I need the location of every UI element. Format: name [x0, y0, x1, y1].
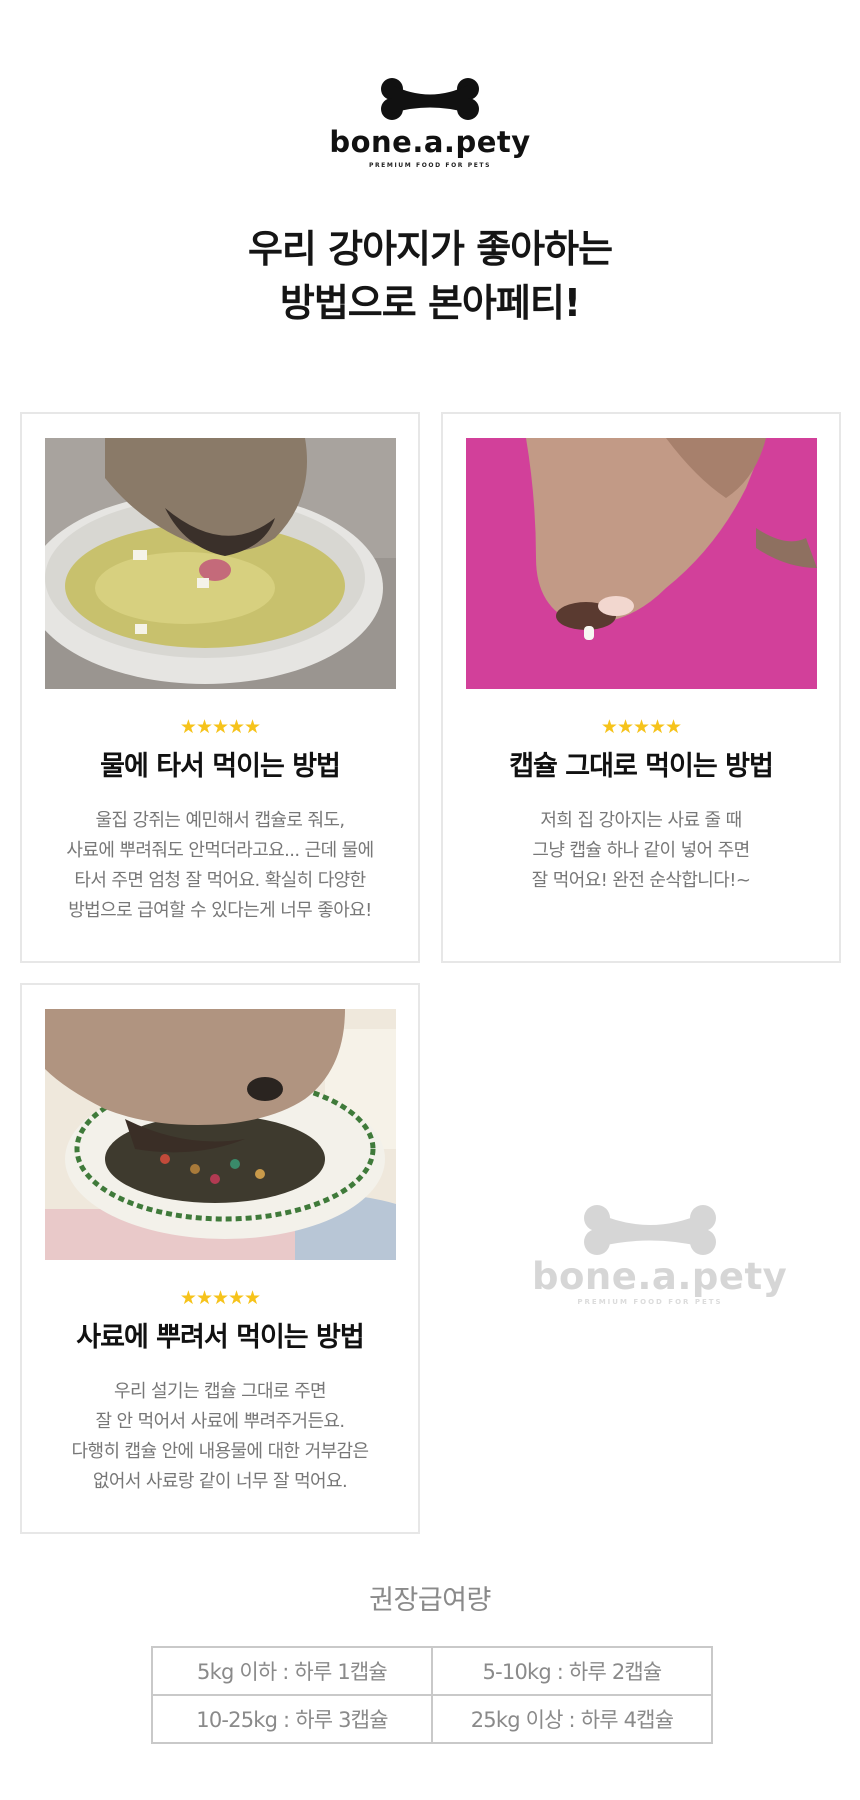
- brand-tagline: PREMIUM FOOD FOR PETS: [368, 162, 492, 169]
- brand-logo: bone.a.pety PREMIUM FOOD FOR PETS: [0, 78, 860, 169]
- bone-icon: [381, 78, 479, 120]
- dog-eating-capsule-photo: [466, 438, 817, 689]
- card-description: 우리 설기는 캡슐 그대로 주면 잘 안 먹어서 사료에 뿌려주거든요. 다행히…: [71, 1381, 370, 1492]
- brand-watermark: bone.a.pety PREMIUM FOOD FOR PETS: [532, 1205, 788, 1306]
- rating-stars: ★★★★★: [179, 1287, 261, 1309]
- dosage-cell: 5kg 이하 : 하루 1캡슐: [151, 1646, 433, 1696]
- bone-icon: [584, 1205, 716, 1255]
- dosage-title: 권장급여량: [369, 1585, 491, 1616]
- table-row: 5kg 이하 : 하루 1캡슐 5-10kg : 하루 2캡슐: [151, 1646, 713, 1696]
- card-title: 캡슐 그대로 먹이는 방법: [509, 751, 774, 782]
- table-row: 10-25kg : 하루 3캡슐 25kg 이상 : 하루 4캡슐: [151, 1694, 713, 1744]
- watermark-brand-name: bone.a.pety: [532, 1255, 788, 1298]
- dosage-cell: 10-25kg : 하루 3캡슐: [151, 1694, 433, 1744]
- card-description: 울집 강쥐는 예민해서 캡슐로 줘도, 사료에 뿌려줘도 안먹더라고요... 근…: [66, 810, 374, 921]
- headline-line-1: 우리 강아지가 좋아하는: [247, 227, 613, 271]
- card-title: 물에 타서 먹이는 방법: [100, 751, 341, 782]
- dosage-cell: 25kg 이상 : 하루 4캡슐: [431, 1694, 713, 1744]
- dosage-table: 5kg 이하 : 하루 1캡슐 5-10kg : 하루 2캡슐 10-25kg …: [151, 1646, 713, 1744]
- dog-eating-kibble-photo: [45, 1009, 396, 1260]
- dosage-cell: 5-10kg : 하루 2캡슐: [431, 1646, 713, 1696]
- rating-stars: ★★★★★: [600, 716, 682, 738]
- review-card-capsule: ★★★★★ 캡슐 그대로 먹이는 방법 저희 집 강아지는 사료 줄 때 그냥 …: [441, 412, 841, 963]
- page-headline: 우리 강아지가 좋아하는 방법으로 본아페티!: [0, 222, 860, 330]
- review-card-sprinkle: ★★★★★ 사료에 뿌려서 먹이는 방법 우리 설기는 캡슐 그대로 주면 잘 …: [20, 983, 420, 1534]
- headline-line-2: 방법으로 본아페티!: [279, 281, 581, 325]
- rating-stars: ★★★★★: [179, 716, 261, 738]
- card-description: 저희 집 강아지는 사료 줄 때 그냥 캡슐 하나 같이 넣어 주면 잘 먹어요…: [531, 810, 751, 891]
- card-title: 사료에 뿌려서 먹이는 방법: [76, 1322, 364, 1353]
- review-card-water: ★★★★★ 물에 타서 먹이는 방법 울집 강쥐는 예민해서 캡슐로 줘도, 사…: [20, 412, 420, 963]
- watermark-tagline: PREMIUM FOOD FOR PETS: [577, 1298, 723, 1306]
- brand-name: bone.a.pety: [329, 125, 531, 159]
- dog-drinking-photo: [45, 438, 396, 689]
